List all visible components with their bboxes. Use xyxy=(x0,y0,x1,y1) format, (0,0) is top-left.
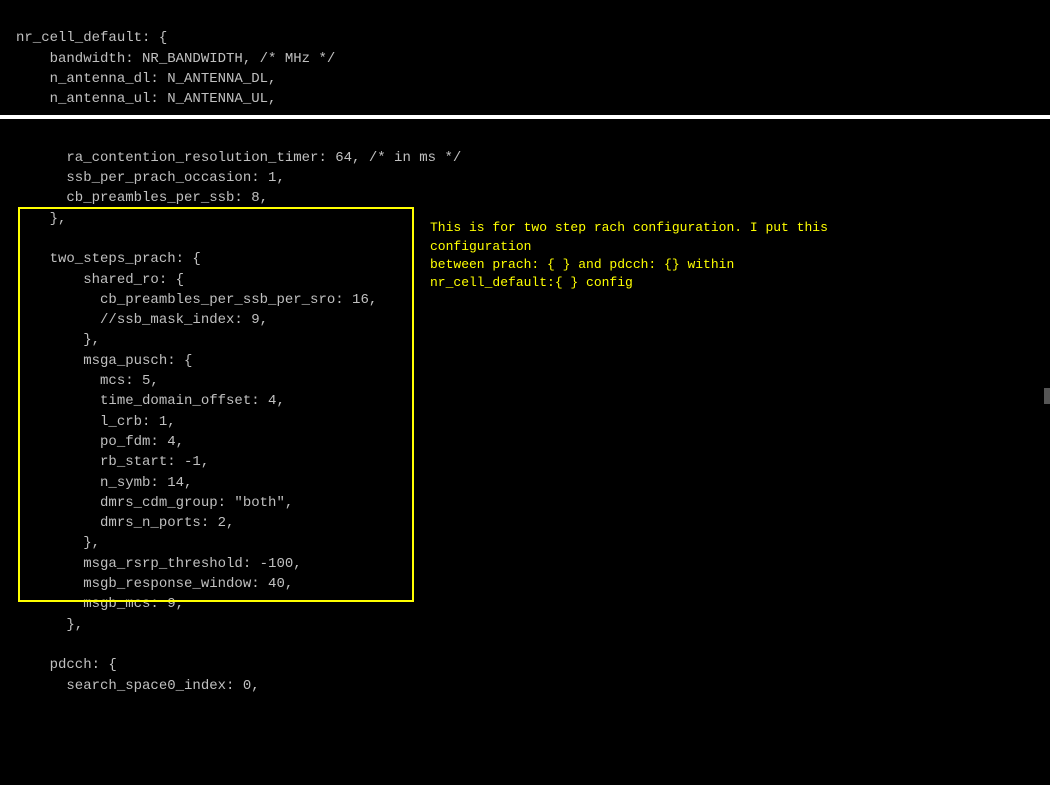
code-line: search_space0_index: 0, xyxy=(16,678,260,694)
code-line: ssb_per_prach_occasion: 1, xyxy=(16,170,285,186)
code-line: }, xyxy=(16,332,100,348)
code-line: dmrs_cdm_group: "both", xyxy=(16,495,293,511)
code-line: nr_cell_default: { xyxy=(16,30,167,46)
code-line: msgb_response_window: 40, xyxy=(16,576,293,592)
code-line: msgb_mcs: 9, xyxy=(16,596,184,612)
code-line: l_crb: 1, xyxy=(16,414,176,430)
code-line: ra_contention_resolution_timer: 64, /* i… xyxy=(16,150,461,166)
code-line: }, xyxy=(16,535,100,551)
code-line: shared_ro: { xyxy=(16,272,184,288)
code-line: n_antenna_ul: N_ANTENNA_UL, xyxy=(16,91,276,107)
code-line: }, xyxy=(16,211,66,227)
code-line: pdcch: { xyxy=(16,657,117,673)
code-line: two_steps_prach: { xyxy=(16,251,201,267)
code-line: //ssb_mask_index: 9, xyxy=(16,312,268,328)
code-line: cb_preambles_per_ssb: 8, xyxy=(16,190,268,206)
annotation-text: This is for two step rach configuration.… xyxy=(430,219,850,292)
code-line: n_antenna_dl: N_ANTENNA_DL, xyxy=(16,71,276,87)
scrollbar-thumb[interactable] xyxy=(1044,388,1050,404)
code-line: po_fdm: 4, xyxy=(16,434,184,450)
annotation-line: This is for two step rach configuration.… xyxy=(430,219,850,255)
code-line: mcs: 5, xyxy=(16,373,159,389)
code-line: msga_rsrp_threshold: -100, xyxy=(16,556,302,572)
code-line: n_symb: 14, xyxy=(16,475,192,491)
top-code-block: nr_cell_default: { bandwidth: NR_BANDWID… xyxy=(0,0,1050,115)
code-line: dmrs_n_ports: 2, xyxy=(16,515,234,531)
main-code-block: ra_contention_resolution_timer: 64, /* i… xyxy=(0,119,1050,785)
annotation-line: between prach: { } and pdcch: {} within … xyxy=(430,256,850,292)
code-line: cb_preambles_per_ssb_per_sro: 16, xyxy=(16,292,377,308)
code-line: rb_start: -1, xyxy=(16,454,209,470)
code-line: }, xyxy=(16,617,83,633)
code-line: bandwidth: NR_BANDWIDTH, /* MHz */ xyxy=(16,51,335,67)
code-line: time_domain_offset: 4, xyxy=(16,393,285,409)
code-line: msga_pusch: { xyxy=(16,353,192,369)
